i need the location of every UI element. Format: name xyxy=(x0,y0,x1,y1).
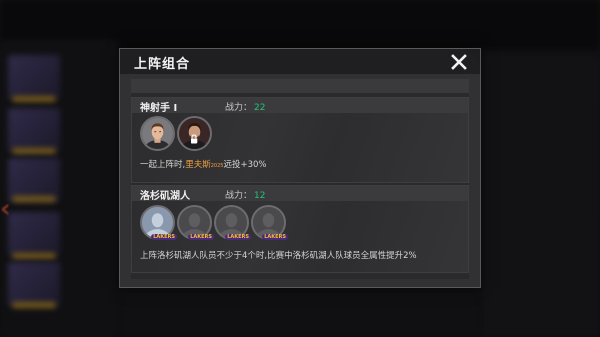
player-portrait-icon xyxy=(142,118,173,149)
desc-text: 一起上阵时, xyxy=(140,160,186,170)
combo-power: 战力： 22 xyxy=(225,100,265,113)
close-icon xyxy=(451,54,467,70)
power-value: 22 xyxy=(254,103,266,113)
modal-header: 上阵组合 xyxy=(120,49,480,74)
player-slot[interactable]: LAKERS xyxy=(251,205,288,240)
player-year-tag: 2025 xyxy=(210,163,224,169)
combo-card-lakers: 洛杉矶湖人 战力： 12 LAKERS LAKERS LAKERS LAKERS… xyxy=(131,185,469,273)
team-badge: LAKERS xyxy=(225,234,251,240)
lock-icon xyxy=(191,134,197,144)
player-slot[interactable]: LAKERS xyxy=(177,205,214,240)
player-avatar[interactable] xyxy=(140,116,175,151)
team-badge: LAKERS xyxy=(188,234,214,240)
power-label: 战力： xyxy=(225,103,253,113)
combo-name: 洛杉矶湖人 xyxy=(140,191,190,202)
team-badge: LAKERS xyxy=(262,234,288,240)
power-value: 12 xyxy=(254,191,266,201)
power-label: 战力： xyxy=(225,191,253,201)
combo-name: 神射手 I xyxy=(140,103,178,114)
combo-card-sharpshooter: 神射手 I 战力： 22 一起上阵时,里夫斯2025远投+30% xyxy=(131,97,469,183)
combo-header: 洛杉矶湖人 战力： 12 xyxy=(132,186,468,202)
combo-description: 上阵洛杉矶湖人队员不少于4个时,比赛中洛杉矶湖人队球员全属性提升2% xyxy=(140,251,417,261)
combo-power: 战力： 12 xyxy=(225,188,265,201)
player-slot[interactable]: LAKERS xyxy=(140,205,177,240)
lineup-combo-modal: 上阵组合 神射手 I 战力： 22 一起上阵时,里夫斯2025远投+30% 洛杉… xyxy=(119,48,481,288)
player-slot[interactable]: LAKERS xyxy=(214,205,251,240)
team-badge: LAKERS xyxy=(151,234,177,240)
close-button[interactable] xyxy=(448,51,470,73)
modal-title: 上阵组合 xyxy=(134,57,191,72)
combo-list-top-strip xyxy=(131,79,469,93)
highlight-player-name: 里夫斯 xyxy=(185,160,211,170)
locked-player-slot[interactable] xyxy=(177,116,212,151)
combo-description: 一起上阵时,里夫斯2025远投+30% xyxy=(140,158,266,170)
combo-header: 神射手 I 战力： 22 xyxy=(132,98,468,114)
desc-text: 远投+30% xyxy=(223,160,267,170)
